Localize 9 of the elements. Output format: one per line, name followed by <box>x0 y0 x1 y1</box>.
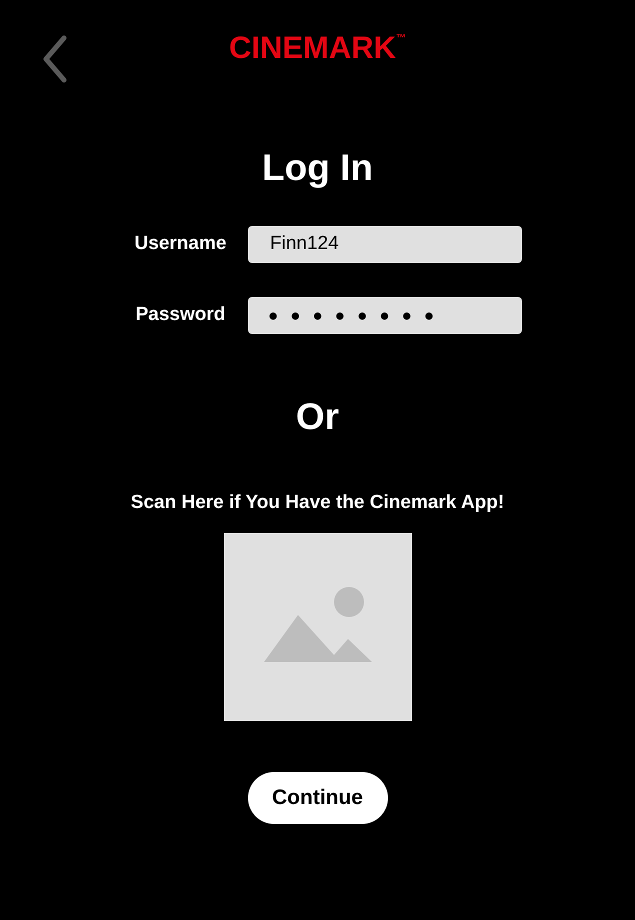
continue-button[interactable]: Continue <box>248 772 388 824</box>
page-title: Log In <box>262 149 373 186</box>
username-field[interactable]: Finn124 <box>248 226 522 263</box>
field-label: Password <box>134 303 226 328</box>
field-label: Username <box>134 232 228 256</box>
logo: CINEMARK™ <box>228 32 406 63</box>
separator-text: Or <box>296 398 340 435</box>
password-field[interactable]: ●●●●●●●● <box>248 297 522 334</box>
scan-instruction: Scan Here if You Have the Cinemark App! <box>130 491 504 515</box>
